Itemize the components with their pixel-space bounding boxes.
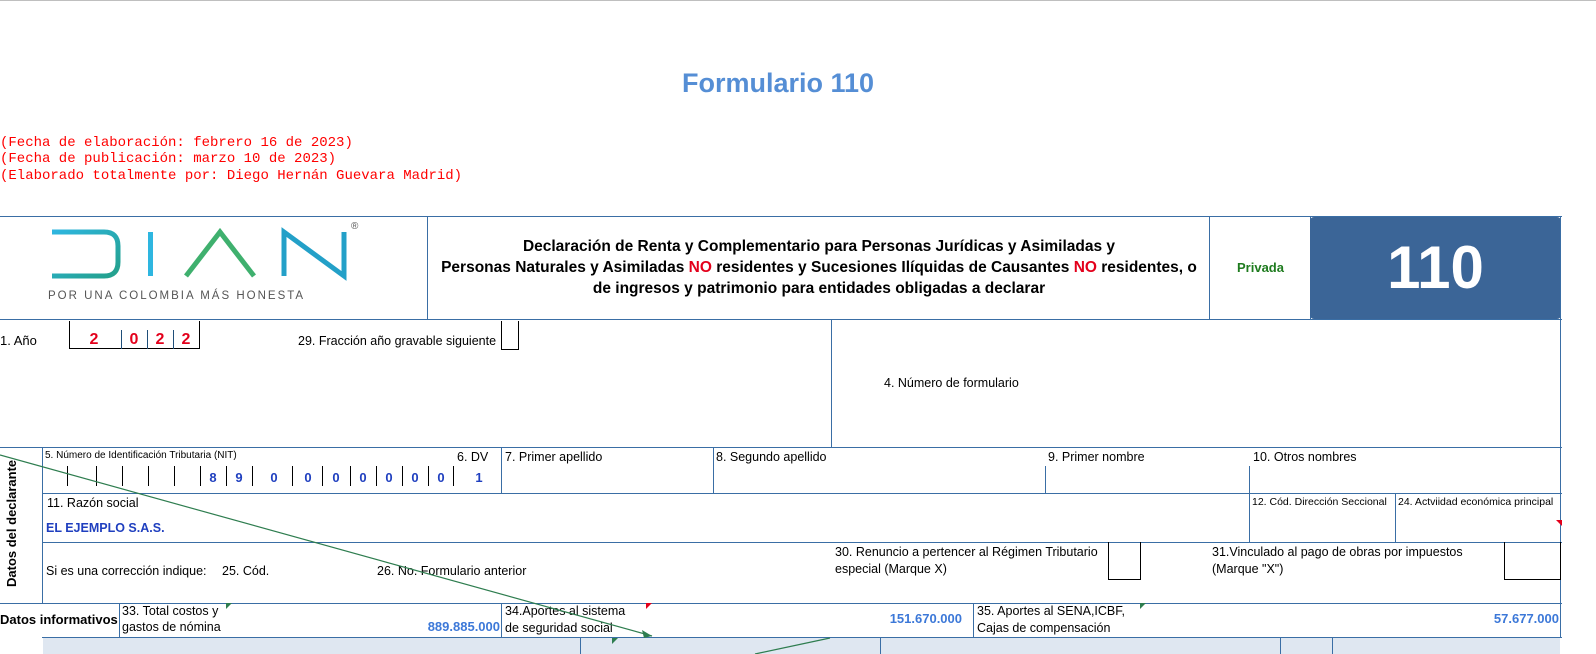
- comment-marker-4: [1556, 520, 1562, 526]
- comment-marker-1: [226, 603, 232, 609]
- comment-marker-5: [612, 638, 618, 644]
- comment-marker-3: [1140, 603, 1146, 609]
- annotation-arrows: [0, 454, 1562, 654]
- arrow-line-1: [0, 454, 653, 637]
- arrow-line-2: [754, 637, 831, 654]
- comment-marker-2: [646, 603, 652, 609]
- arrow-head-1: [642, 630, 652, 638]
